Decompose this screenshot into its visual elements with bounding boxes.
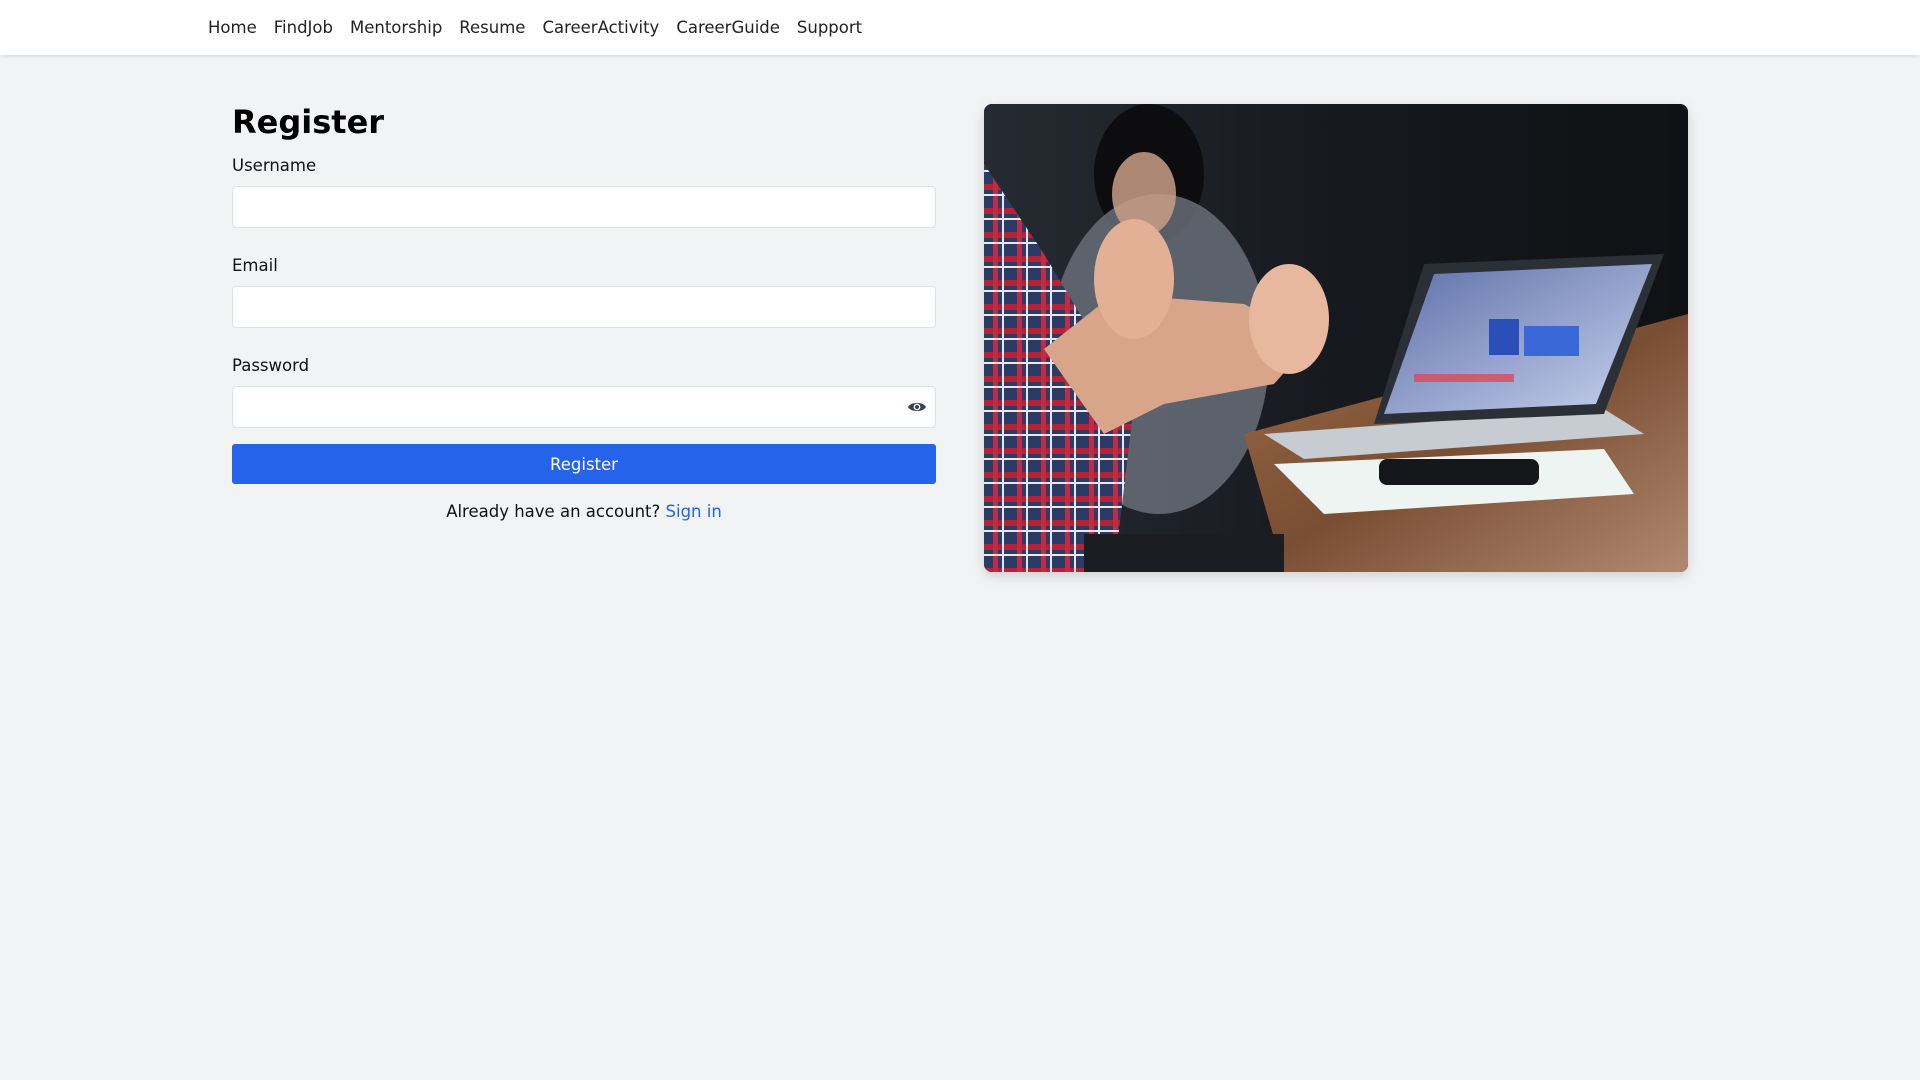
email-label: Email (232, 256, 278, 275)
page-title: Register (232, 103, 385, 141)
hero-photo (984, 104, 1688, 572)
nav-support[interactable]: Support (797, 18, 862, 37)
username-input[interactable] (232, 186, 936, 228)
register-form: Register Username Email Password Registe… (232, 104, 936, 521)
nav-home[interactable]: Home (208, 18, 257, 37)
email-group: Email (232, 256, 936, 328)
signin-prompt-line: Already have an account? Sign in (232, 502, 936, 521)
eye-icon[interactable] (904, 394, 930, 420)
password-label: Password (232, 356, 310, 375)
nav-careerguide[interactable]: CareerGuide (676, 18, 780, 37)
nav-resume[interactable]: Resume (459, 18, 525, 37)
register-button[interactable]: Register (232, 444, 936, 484)
signin-prompt-text: Already have an account? (446, 502, 661, 521)
username-label: Username (232, 156, 317, 175)
nav-mentorship[interactable]: Mentorship (350, 18, 442, 37)
signin-link[interactable]: Sign in (666, 502, 722, 521)
password-group: Password (232, 356, 936, 428)
username-group: Username (232, 156, 936, 228)
meeting-photo-illustration (984, 104, 1688, 572)
password-input[interactable] (232, 386, 936, 428)
nav-careeractivity[interactable]: CareerActivity (542, 18, 659, 37)
password-wrapper (232, 386, 936, 428)
nav-findjob[interactable]: FindJob (274, 18, 333, 37)
email-input[interactable] (232, 286, 936, 328)
top-navbar: Home FindJob Mentorship Resume CareerAct… (0, 0, 1920, 55)
